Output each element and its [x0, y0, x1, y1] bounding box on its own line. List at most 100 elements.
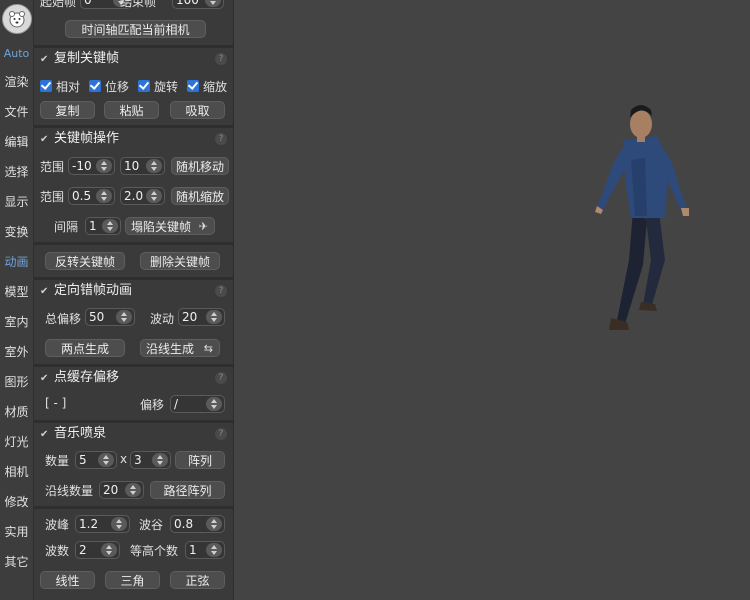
spinner-value: 1.2 [79, 517, 99, 531]
interval-spinner[interactable]: 1 [85, 217, 121, 235]
spinner-arrows-icon[interactable] [206, 397, 222, 411]
wave-spinner[interactable]: 20 [178, 308, 225, 326]
spinner-arrows-icon[interactable] [206, 543, 222, 557]
chevron-down-icon: ✔ [40, 429, 49, 440]
divider [34, 277, 233, 280]
peak-spinner[interactable]: 1.2 [75, 515, 130, 533]
nav-transform[interactable]: 变换 [0, 218, 33, 246]
help-icon[interactable]: ? [215, 285, 227, 297]
linear-button[interactable]: 线性 [40, 571, 95, 589]
plane-icon: ✈ [198, 220, 208, 233]
spinner-arrows-icon[interactable] [111, 517, 127, 531]
triangle-button[interactable]: 三角 [105, 571, 160, 589]
line-count-spinner[interactable]: 20 [99, 481, 144, 499]
help-icon[interactable]: ? [215, 372, 227, 384]
nav-display[interactable]: 显示 [0, 188, 33, 216]
nav-exterior[interactable]: 室外 [0, 338, 33, 366]
count-b-spinner[interactable]: 3 [130, 451, 171, 469]
cache-bracket-label[interactable]: [ - ] [45, 396, 66, 410]
left-nav: Auto 渲染 文件 编辑 选择 显示 变换 动画 模型 室内 室外 图形 材质… [0, 0, 34, 600]
spinner-arrows-icon[interactable] [98, 453, 114, 467]
spinner-arrows-icon[interactable] [116, 310, 132, 324]
logo-icon[interactable] [2, 4, 32, 34]
nav-auto[interactable]: Auto [0, 40, 33, 68]
checkbox-rotation[interactable] [138, 80, 150, 92]
walking-man-model[interactable] [585, 100, 705, 340]
spinner-value: 2.0 [124, 189, 144, 203]
range2-min-spinner[interactable]: 0.5 [68, 187, 115, 205]
nav-material[interactable]: 材质 [0, 398, 33, 426]
section-title: 点缓存偏移 [54, 370, 120, 385]
spinner-arrows-icon[interactable] [146, 189, 162, 203]
match-timeline-button[interactable]: 时间轴匹配当前相机 [65, 20, 206, 38]
section-keyframe-ops[interactable]: ✔ 关键帧操作 [40, 129, 119, 149]
total-offset-label: 总偏移 [45, 312, 82, 326]
spinner-arrows-icon[interactable] [146, 159, 162, 173]
help-icon[interactable]: ? [215, 53, 227, 65]
nav-utility[interactable]: 实用 [0, 518, 33, 546]
nav-camera[interactable]: 相机 [0, 458, 33, 486]
help-icon[interactable]: ? [215, 428, 227, 440]
end-frame-label: 结束帧 [120, 0, 157, 9]
random-scale-button[interactable]: 随机缩放 [171, 187, 229, 205]
checkbox-scale-label: 缩放 [203, 80, 228, 94]
range1-min-spinner[interactable]: -10 [68, 157, 115, 175]
section-copy-keyframes[interactable]: ✔ 复制关键帧 [40, 49, 119, 69]
checkbox-scale[interactable] [187, 80, 199, 92]
help-icon[interactable]: ? [215, 133, 227, 145]
waves-label: 波数 [45, 544, 70, 558]
spinner-arrows-icon[interactable] [96, 159, 112, 173]
delete-keyframes-button[interactable]: 删除关键帧 [140, 252, 220, 270]
spinner-arrows-icon[interactable] [152, 453, 168, 467]
nav-file[interactable]: 文件 [0, 98, 33, 126]
nav-select[interactable]: 选择 [0, 158, 33, 186]
nav-render[interactable]: 渲染 [0, 68, 33, 96]
checkbox-relative[interactable] [40, 80, 52, 92]
nav-model[interactable]: 模型 [0, 278, 33, 306]
nav-lights[interactable]: 灯光 [0, 428, 33, 456]
nav-shapes[interactable]: 图形 [0, 368, 33, 396]
nav-edit[interactable]: 编辑 [0, 128, 33, 156]
spinner-value: -10 [72, 159, 92, 173]
spinner-arrows-icon[interactable] [102, 219, 118, 233]
nav-interior[interactable]: 室内 [0, 308, 33, 336]
section-point-cache-offset[interactable]: ✔ 点缓存偏移 [40, 368, 119, 388]
nav-animation[interactable]: 动画 [0, 248, 33, 276]
spinner-arrows-icon[interactable] [206, 517, 222, 531]
section-offset-animation[interactable]: ✔ 定向错帧动画 [40, 281, 132, 301]
spinner-arrows-icon[interactable] [205, 0, 221, 7]
copy-button[interactable]: 复制 [40, 101, 95, 119]
count-a-spinner[interactable]: 5 [75, 451, 117, 469]
total-offset-spinner[interactable]: 50 [85, 308, 135, 326]
sine-button[interactable]: 正弦 [170, 571, 225, 589]
paste-button[interactable]: 粘贴 [104, 101, 159, 119]
spinner-arrows-icon[interactable] [96, 189, 112, 203]
random-move-button[interactable]: 随机移动 [171, 157, 229, 175]
collapse-keyframes-button[interactable]: 塌陷关键帧 ✈ [125, 217, 215, 235]
button-label: 沿线生成 [146, 342, 195, 356]
nav-other[interactable]: 其它 [0, 548, 33, 576]
contour-count-spinner[interactable]: 1 [185, 541, 225, 559]
nav-modify[interactable]: 修改 [0, 488, 33, 516]
absorb-button[interactable]: 吸取 [170, 101, 225, 119]
reverse-keyframes-button[interactable]: 反转关键帧 [45, 252, 125, 270]
along-line-generate-button[interactable]: 沿线生成 ⇆ [140, 339, 220, 357]
range1-max-spinner[interactable]: 10 [120, 157, 165, 175]
section-title: 音乐喷泉 [54, 426, 107, 441]
end-frame-spinner[interactable]: 100 [172, 0, 224, 9]
checkbox-position[interactable] [89, 80, 101, 92]
spinner-arrows-icon[interactable] [125, 483, 141, 497]
spinner-arrows-icon[interactable] [101, 543, 117, 557]
chevron-down-icon: ✔ [40, 373, 49, 384]
array-button[interactable]: 阵列 [175, 451, 225, 469]
spinner-arrows-icon[interactable] [206, 310, 222, 324]
section-music-fountain[interactable]: ✔ 音乐喷泉 [40, 424, 106, 444]
trough-spinner[interactable]: 0.8 [170, 515, 225, 533]
waves-spinner[interactable]: 2 [75, 541, 120, 559]
range2-max-spinner[interactable]: 2.0 [120, 187, 165, 205]
divider [34, 420, 233, 423]
offset-spinner[interactable]: / [170, 395, 225, 413]
path-array-button[interactable]: 路径阵列 [150, 481, 225, 499]
interval-label: 间隔 [54, 220, 79, 234]
two-point-generate-button[interactable]: 两点生成 [45, 339, 125, 357]
